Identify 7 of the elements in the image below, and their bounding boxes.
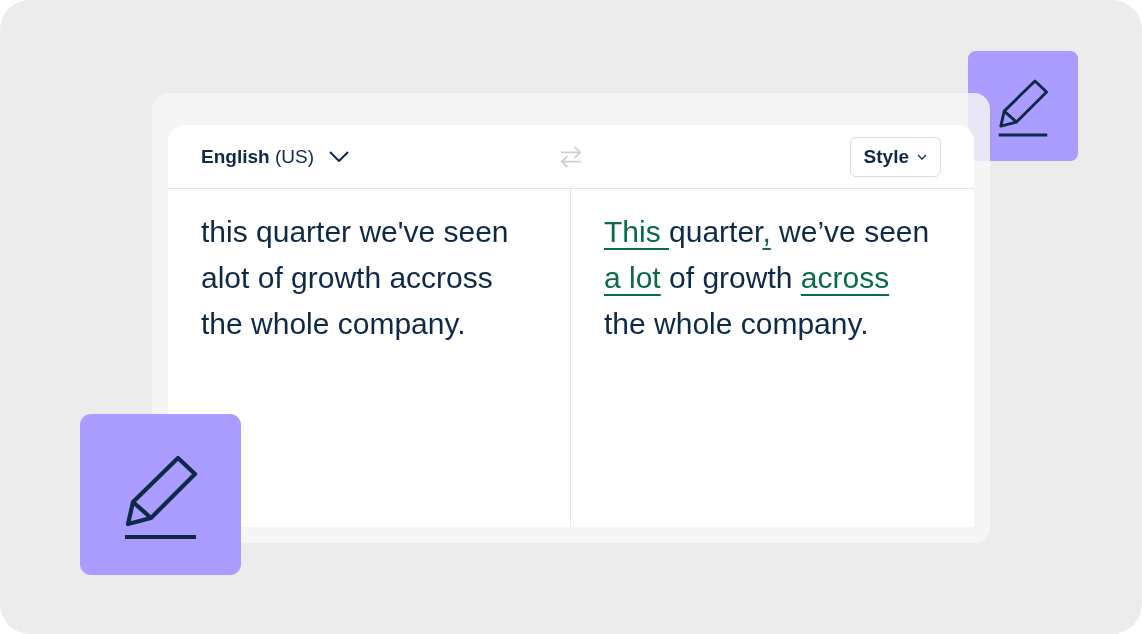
language-dropdown[interactable]: English (US): [201, 145, 349, 168]
style-button[interactable]: Style: [849, 136, 941, 177]
corrected-text: This quarter, we’ve seen a lot of growth across the whole company.: [604, 214, 931, 342]
chevron-down-icon: [917, 153, 927, 160]
text-input-field[interactable]: this quarter we've seen alot of growth accross the whole company.: [168, 189, 570, 527]
chevron-down-icon: [328, 151, 349, 162]
pencil-icon: [80, 414, 241, 575]
